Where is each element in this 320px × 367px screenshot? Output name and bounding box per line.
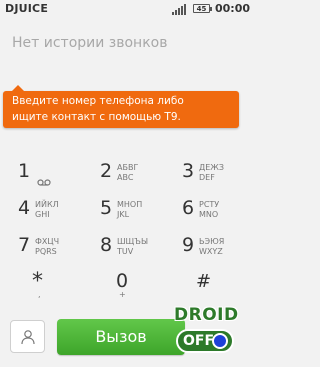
key-symbol: 0 (116, 270, 129, 292)
key-letters-cyr: ЬЭЮЯ (199, 237, 225, 246)
key-letters-cyr: ФХЦЧ (35, 237, 60, 246)
voicemail-icon (37, 171, 51, 190)
key-letters-lat: PQRS (35, 247, 57, 256)
key-sub: + (119, 290, 126, 299)
key-letters-cyr: РСТУ (199, 200, 220, 209)
key-0[interactable]: 0 + (82, 266, 163, 299)
logo-text-bottom: OFF (183, 333, 215, 349)
key-digit: 7 (18, 234, 31, 256)
droidoff-logo: DROID OFF (174, 305, 240, 359)
key-letters-cyr: АБВГ (117, 163, 139, 172)
key-letters-lat: TUV (117, 247, 134, 256)
key-7[interactable]: 7 ФХЦЧ PQRS (0, 229, 81, 262)
key-letters-lat: WXYZ (199, 247, 223, 256)
contacts-button[interactable] (10, 320, 45, 353)
key-letters-cyr: МНОП (117, 200, 143, 209)
key-digit: 1 (18, 160, 31, 182)
battery-icon: 45 (193, 4, 212, 13)
key-5[interactable]: 5 МНОП JKL (82, 192, 163, 225)
key-digit: 6 (182, 197, 195, 219)
key-digit: 5 (100, 197, 113, 219)
key-1[interactable]: 1 (0, 155, 81, 188)
tooltip-line-1: Введите номер телефона либо (12, 95, 184, 107)
key-letters-lat: DEF (199, 173, 215, 182)
tooltip-line-2: ищите контакт с помощью Т9. (12, 111, 181, 123)
key-sub: , (38, 290, 41, 299)
t9-hint-tooltip[interactable]: Введите номер телефона либо ищите контак… (3, 85, 239, 128)
logo-text-top: DROID (174, 305, 239, 325)
key-star[interactable]: * , (0, 266, 81, 299)
status-bar: DJUICE 45 00:00 (0, 0, 250, 18)
key-digit: 3 (182, 160, 195, 182)
key-hash[interactable]: # (164, 266, 245, 299)
key-6[interactable]: 6 РСТУ MNO (164, 192, 245, 225)
key-letters-lat: JKL (117, 210, 130, 219)
logo-toggle: OFF (176, 329, 234, 353)
key-symbol: # (196, 271, 212, 292)
key-3[interactable]: 3 ДЕЖЗ DEF (164, 155, 245, 188)
key-8[interactable]: 8 ШЩЪЫ TUV (82, 229, 163, 262)
key-letters-lat: GHI (35, 210, 50, 219)
key-letters-cyr: ДЕЖЗ (199, 163, 225, 172)
person-icon (20, 329, 36, 349)
key-4[interactable]: 4 ИЙКЛ GHI (0, 192, 81, 225)
key-digit: 9 (182, 234, 195, 256)
call-button[interactable]: Вызов (57, 319, 185, 355)
key-digit: 2 (100, 160, 113, 182)
key-digit: 8 (100, 234, 113, 256)
key-letters-lat: ABC (117, 173, 134, 182)
key-9[interactable]: 9 ЬЭЮЯ WXYZ (164, 229, 245, 262)
carrier-name: DJUICE (5, 2, 49, 15)
key-2[interactable]: 2 АБВГ ABC (82, 155, 163, 188)
key-letters-cyr: ШЩЪЫ (117, 237, 149, 246)
key-digit: 4 (18, 197, 31, 219)
key-letters-cyr: ИЙКЛ (35, 200, 59, 209)
key-letters-lat: MNO (199, 210, 219, 219)
call-history-empty-text: Нет истории звонков (12, 35, 168, 51)
dial-keypad: 1 2 АБВГ ABC 3 ДЕЖЗ DEF 4 ИЙКЛ GHI 5 МНО… (0, 147, 245, 312)
toggle-knob-icon (212, 333, 228, 349)
status-clock: 00:00 (215, 2, 251, 15)
